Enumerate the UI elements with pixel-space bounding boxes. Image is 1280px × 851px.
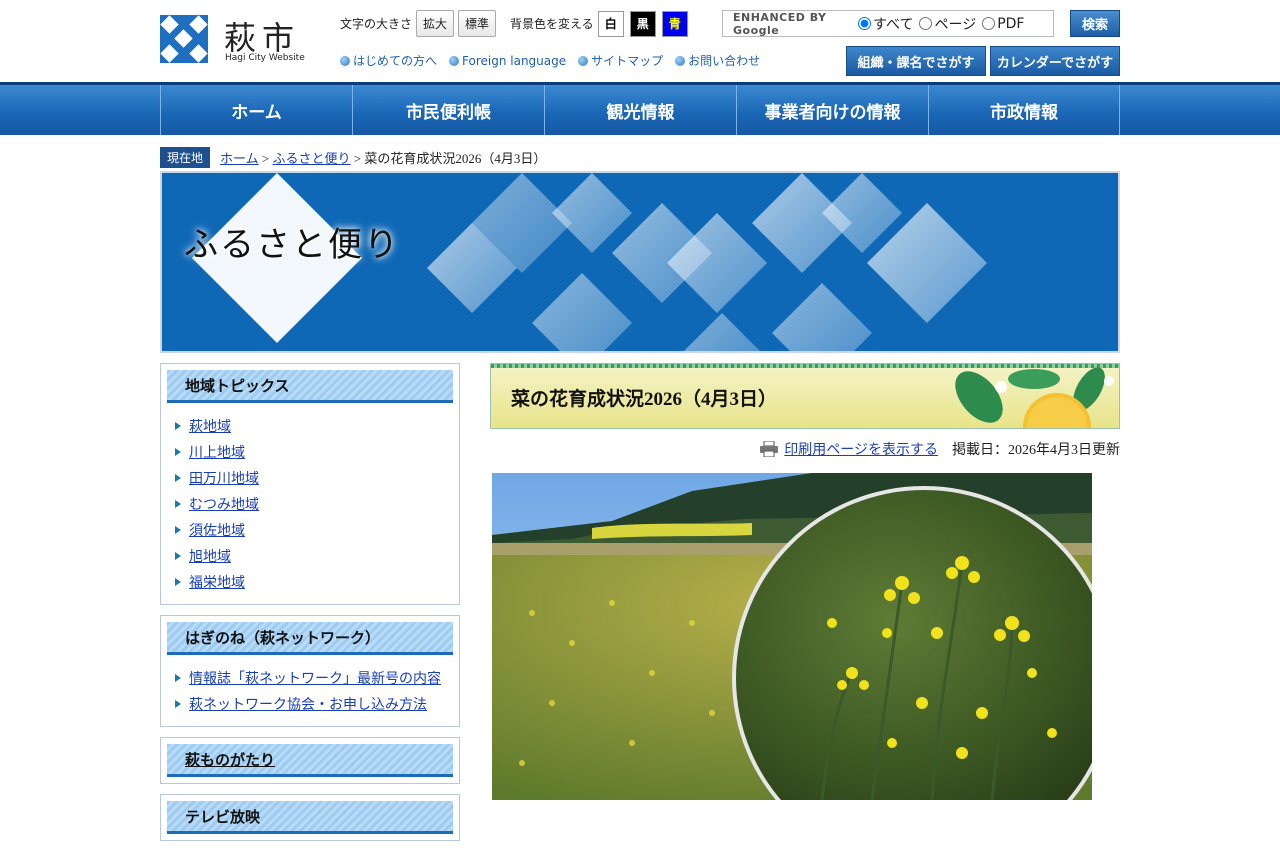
- breadcrumb-label: 現在地: [160, 147, 211, 168]
- font-standard-button[interactable]: 標準: [458, 10, 497, 37]
- sidebar-link-tamagawa[interactable]: 田万川地域: [189, 468, 259, 488]
- sidebar-link-latest-issue[interactable]: 情報誌「萩ネットワーク」最新号の内容: [189, 668, 441, 688]
- search-option-page[interactable]: ページ: [919, 14, 976, 34]
- sidebar-item: 川上地域: [175, 442, 459, 462]
- sidebar-heading: テレビ放映: [167, 801, 453, 834]
- sidebar-list: 情報誌「萩ネットワーク」最新号の内容 萩ネットワーク協会・お申し込み方法: [161, 655, 459, 726]
- font-size-label: 文字の大きさ: [340, 17, 413, 31]
- arrow-dot-icon: [578, 55, 589, 66]
- sidebar-heading: はぎのね（萩ネットワーク）: [167, 622, 453, 655]
- arrow-dot-icon: [449, 55, 460, 66]
- sidebar-link-hagi[interactable]: 萩地域: [189, 416, 231, 436]
- posted-date: 掲載日：2026年4月3日更新: [952, 443, 1120, 458]
- rapeseed-field-image: [492, 473, 1092, 800]
- sidebar-item: 須佐地域: [175, 520, 459, 540]
- page-title: 菜の花育成状況2026（4月3日）: [511, 389, 778, 410]
- breadcrumb-current: 菜の花育成状況2026（4月3日）: [364, 151, 547, 166]
- sidebar-link-asahi[interactable]: 旭地域: [189, 546, 231, 566]
- sidebar-item: 萩ネットワーク協会・お申し込み方法: [175, 694, 459, 714]
- sidebar-link-mutsumi[interactable]: むつみ地域: [189, 494, 259, 514]
- search-button[interactable]: 検索: [1070, 10, 1120, 37]
- rapeseed-photo: [492, 473, 1092, 800]
- accessibility-tools: 文字の大きさ 拡大 標準 背景色を変える 白 黒 青: [340, 10, 688, 37]
- link-contact[interactable]: お問い合わせ: [675, 52, 760, 69]
- print-page-link[interactable]: 印刷用ページを表示する: [760, 439, 938, 459]
- sidebar-box-tv: テレビ放映: [160, 794, 460, 841]
- sidebar-link-kawakami[interactable]: 川上地域: [189, 442, 245, 462]
- logo-subtitle: Hagi City Website: [225, 53, 305, 63]
- global-nav: ホーム 市民便利帳 観光情報 事業者向けの情報 市政情報: [0, 82, 1280, 135]
- nav-business[interactable]: 事業者向けの情報: [736, 85, 928, 135]
- sidebar-heading: 地域トピックス: [167, 370, 453, 403]
- bg-black-button[interactable]: 黒: [629, 10, 656, 37]
- nav-tourism[interactable]: 観光情報: [544, 85, 736, 135]
- nav-home[interactable]: ホーム: [160, 85, 352, 135]
- arrow-dot-icon: [340, 55, 350, 66]
- printer-icon: [760, 441, 779, 457]
- breadcrumb: 現在地 ホーム > ふるさと便り > 菜の花育成状況2026（4月3日）: [160, 147, 546, 168]
- search-box: ENHANCED BY Google すべて ページ PDF: [722, 10, 1054, 37]
- sidebar-list: 萩地域 川上地域 田万川地域 むつみ地域 須佐地域 旭地域 福栄地域: [161, 403, 459, 604]
- page-meta: 印刷用ページを表示する 掲載日：2026年4月3日更新: [490, 439, 1120, 459]
- hagi-logo-icon: [160, 15, 208, 63]
- site-logo[interactable]: 萩市 Hagi City Website: [160, 15, 310, 65]
- search-by-org-button[interactable]: 組織・課名でさがす: [846, 46, 986, 76]
- bg-color-label: 背景色を変える: [510, 17, 594, 31]
- arrow-dot-icon: [675, 55, 686, 66]
- banner-title: ふるさと便り: [184, 227, 400, 264]
- search-by-calendar-button[interactable]: カレンダーでさがす: [990, 46, 1120, 76]
- sidebar-heading-link[interactable]: 萩ものがたり: [167, 744, 453, 777]
- sidebar-box-haginone: はぎのね（萩ネットワーク） 情報誌「萩ネットワーク」最新号の内容 萩ネットワーク…: [160, 615, 460, 727]
- breadcrumb-section[interactable]: ふるさと便り: [272, 151, 350, 166]
- sidebar-link-association[interactable]: 萩ネットワーク協会・お申し込み方法: [189, 694, 427, 714]
- link-sitemap[interactable]: サイトマップ: [578, 52, 663, 69]
- sidebar-link-fukue[interactable]: 福栄地域: [189, 572, 245, 592]
- sidebar-item: 情報誌「萩ネットワーク」最新号の内容: [175, 668, 459, 688]
- sidebar-box-hagi-stories: 萩ものがたり: [160, 737, 460, 784]
- citrus-decoration-icon: [955, 367, 1114, 428]
- search-option-pdf[interactable]: PDF: [982, 16, 1024, 32]
- sidebar-item: 旭地域: [175, 546, 459, 566]
- font-large-button[interactable]: 拡大: [416, 10, 455, 37]
- search-input[interactable]: ENHANCED BY Google: [723, 11, 858, 37]
- sidebar-item: 田万川地域: [175, 468, 459, 488]
- sidebar-item: 福栄地域: [175, 572, 459, 592]
- sidebar-link-susa[interactable]: 須佐地域: [189, 520, 245, 540]
- site-header: 萩市 Hagi City Website 文字の大きさ 拡大 標準 背景色を変え…: [0, 0, 1280, 82]
- header-links: はじめての方へ Foreign language サイトマップ お問い合わせ: [340, 52, 760, 69]
- search-option-all[interactable]: すべて: [858, 14, 913, 34]
- section-banner: ふるさと便り: [160, 171, 1120, 353]
- link-foreign-language[interactable]: Foreign language: [449, 52, 566, 69]
- breadcrumb-home[interactable]: ホーム: [220, 151, 259, 166]
- sidebar: 地域トピックス 萩地域 川上地域 田万川地域 むつみ地域 須佐地域 旭地域 福栄…: [160, 363, 460, 851]
- sidebar-item: 萩地域: [175, 416, 459, 436]
- nav-city-admin[interactable]: 市政情報: [928, 85, 1120, 135]
- bg-blue-button[interactable]: 青: [661, 10, 688, 37]
- bg-white-button[interactable]: 白: [597, 10, 624, 37]
- nav-citizen-guide[interactable]: 市民便利帳: [352, 85, 544, 135]
- sidebar-box-regional-topics: 地域トピックス 萩地域 川上地域 田万川地域 むつみ地域 須佐地域 旭地域 福栄…: [160, 363, 460, 605]
- link-first-time[interactable]: はじめての方へ: [340, 52, 437, 69]
- sidebar-item: むつみ地域: [175, 494, 459, 514]
- page-title-bar: 菜の花育成状況2026（4月3日）: [490, 363, 1120, 429]
